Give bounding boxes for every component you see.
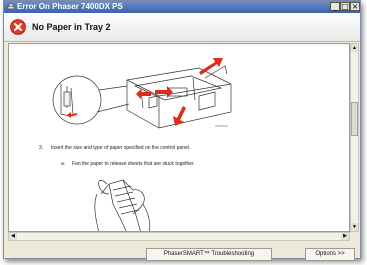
error-icon [10, 19, 26, 35]
vertical-scroll-thumb[interactable] [351, 102, 358, 136]
tray-illustration [9, 44, 349, 231]
options-button[interactable]: Options >> [305, 248, 355, 261]
step-number: 3. [39, 145, 44, 151]
scroll-right-arrow-icon[interactable]: ▶ [341, 233, 349, 240]
minimize-button[interactable]: _ [330, 2, 340, 11]
title-bar[interactable]: Error On Phaser 7400DX PS _ □ × [4, 1, 360, 13]
scroll-down-arrow-icon[interactable]: ▼ [351, 223, 358, 231]
scroll-up-arrow-icon[interactable]: ▲ [351, 44, 358, 52]
substep-text: Fan the paper to release sheets that are… [72, 161, 195, 167]
magnifier-detail [52, 75, 130, 125]
substep-letter: a. [61, 161, 66, 167]
printer-icon [7, 3, 15, 10]
troubleshooting-button[interactable]: PhaserSMART™ Troubleshooting [146, 248, 272, 261]
scroll-left-arrow-icon[interactable]: ◀ [9, 233, 17, 240]
error-header: No Paper in Tray 2 [4, 13, 360, 42]
error-title: No Paper in Tray 2 [32, 22, 111, 32]
close-button[interactable]: × [350, 2, 360, 11]
horizontal-scrollbar[interactable]: ◀ ▶ [8, 232, 350, 241]
maximize-button[interactable]: □ [340, 2, 350, 11]
window-title: Error On Phaser 7400DX PS [17, 2, 123, 11]
vertical-scrollbar[interactable]: ▲ ▼ [350, 43, 359, 232]
instructions-pane: 7400-010 3. Insert the size and type of … [8, 43, 350, 232]
step-text: Insert the size and type of paper specif… [51, 145, 191, 151]
figure-label: 7400-010 [215, 124, 228, 128]
error-window: Error On Phaser 7400DX PS _ □ × No Paper… [3, 0, 361, 261]
